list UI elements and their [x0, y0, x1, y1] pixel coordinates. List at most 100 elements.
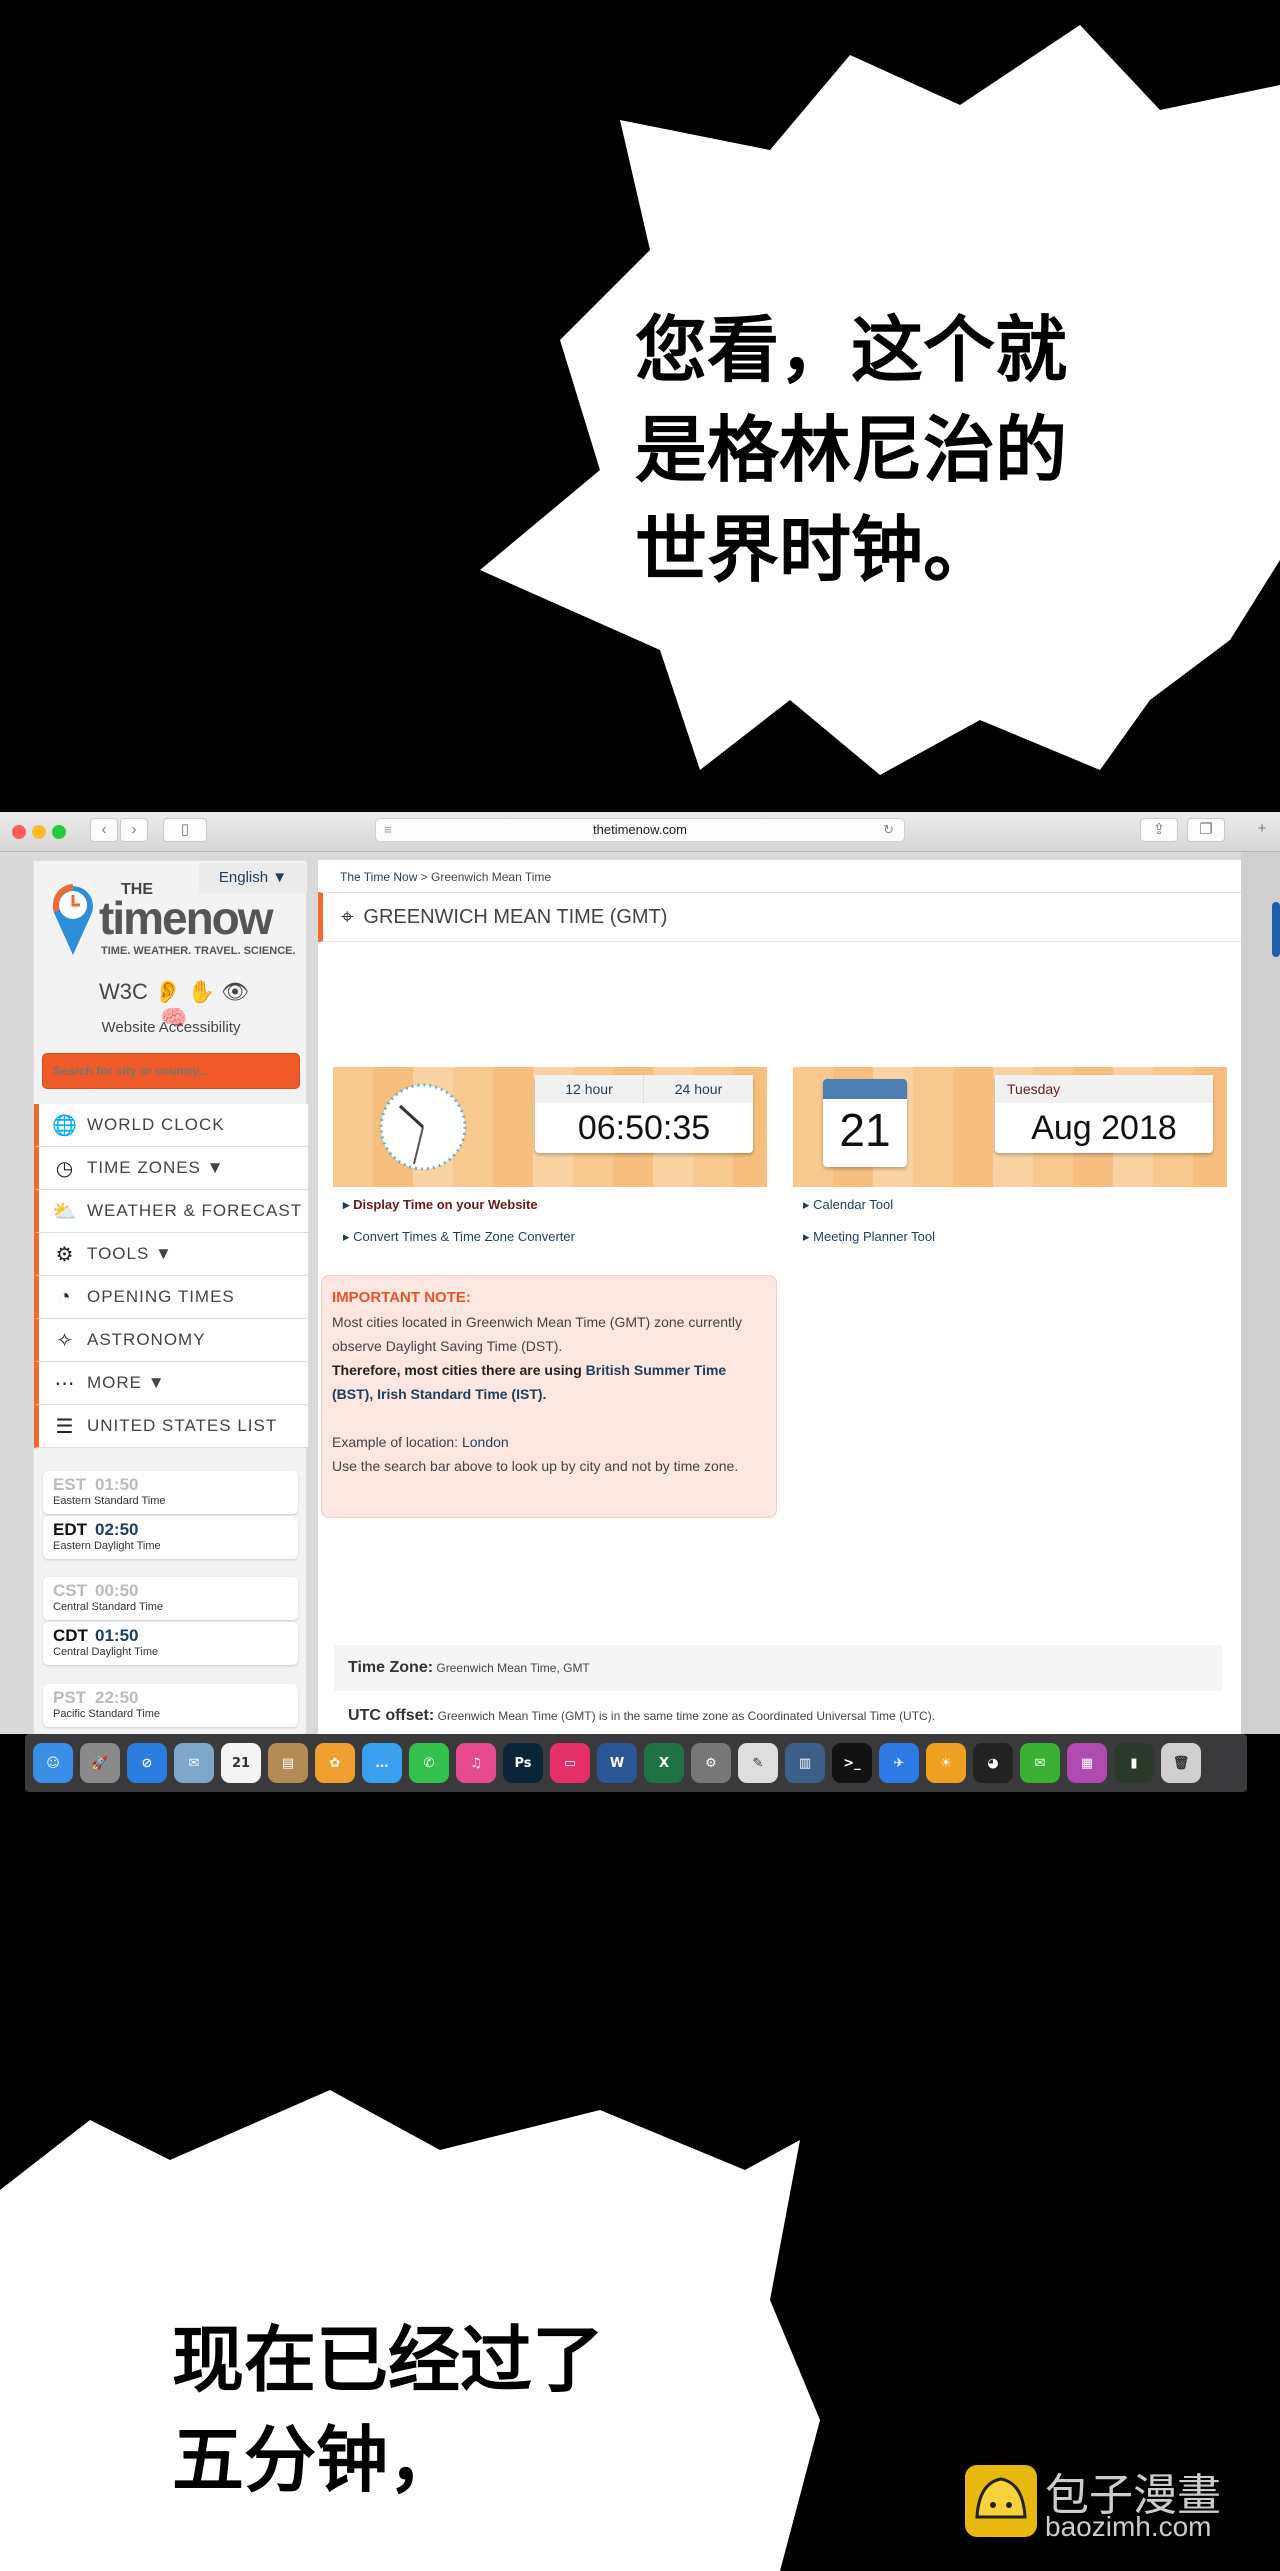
- menu-item-united-states-list[interactable]: ☰ UNITED STATES LIST: [34, 1405, 308, 1448]
- reload-icon[interactable]: ↻: [883, 819, 894, 841]
- page-header: ⌖ GREENWICH MEAN TIME (GMT): [318, 892, 1241, 942]
- date-display: Tuesday Aug 2018: [995, 1075, 1213, 1153]
- dock-cleanmymac-icon[interactable]: ▭: [550, 1743, 590, 1783]
- zone-time: 01:50: [95, 1626, 139, 1645]
- note-heading: IMPORTANT NOTE:: [332, 1289, 471, 1306]
- dock-itunes-icon[interactable]: ♫: [456, 1743, 496, 1783]
- sidebar-icon: ▯: [180, 821, 190, 838]
- menu-item-tools[interactable]: ⚙ TOOLS ▼: [34, 1233, 308, 1276]
- clock-pin-icon: [52, 884, 93, 955]
- url-text: thetimenow.com: [593, 822, 687, 837]
- calendar-day: 21: [839, 1104, 891, 1156]
- menu-label: TOOLS ▼: [87, 1244, 173, 1263]
- dock-facetime-icon[interactable]: ✆: [409, 1743, 449, 1783]
- menu-label: OPENING TIMES: [87, 1287, 235, 1306]
- clock-icon: ◷: [55, 1157, 75, 1180]
- dock-qq-icon[interactable]: ◕: [973, 1743, 1013, 1783]
- convert-times-link[interactable]: Convert Times & Time Zone Converter: [343, 1229, 575, 1245]
- dock-contacts-icon[interactable]: ▤: [268, 1743, 308, 1783]
- dock: ☺ 🚀 ⊘ ✉ 21 ▤ ✿… ✆ ♫ Ps ▭ W X ⚙ ✎ ▥ >_ ✈ ☀ ◕ ✉ ▦ ▮ 🗑: [25, 1734, 1247, 1792]
- site-logo[interactable]: THE timenow TIME. WEATHER. TRAVEL. SCIEN…: [49, 877, 309, 967]
- calendar-tool-link[interactable]: Calendar Tool: [803, 1197, 893, 1213]
- tab-24-hour[interactable]: 24 hour: [644, 1075, 753, 1103]
- calendar-day-icon: 21: [823, 1079, 907, 1167]
- menu-label: MORE ▼: [87, 1373, 166, 1392]
- zone-abbr: EDT: [53, 1520, 87, 1539]
- digital-clock: 12 hour 24 hour 06:50:35: [535, 1075, 753, 1153]
- dock-word-icon[interactable]: W: [597, 1743, 637, 1783]
- zone-card-est[interactable]: EST 01:50 Eastern Standard Time: [43, 1471, 298, 1514]
- dock-launchpad-icon[interactable]: 🚀: [80, 1743, 120, 1783]
- zone-card-cdt[interactable]: CDT 01:50 Central Daylight Time: [43, 1622, 298, 1665]
- month-year: Aug 2018: [1031, 1109, 1177, 1147]
- menu-item-world-clock[interactable]: 🌐 WORLD CLOCK: [34, 1104, 308, 1147]
- timezone-label: Time Zone:: [348, 1659, 434, 1676]
- menu-label: WORLD CLOCK: [87, 1115, 225, 1134]
- dock-terminal-icon[interactable]: >_: [832, 1743, 872, 1783]
- dock-photoshop-icon[interactable]: Ps: [503, 1743, 543, 1783]
- dock-mail-icon[interactable]: ✉: [174, 1743, 214, 1783]
- utc-label: UTC offset:: [348, 1707, 435, 1724]
- menu-label: ASTRONOMY: [87, 1330, 206, 1349]
- london-link[interactable]: London: [462, 1434, 509, 1450]
- zone-time: 01:50: [95, 1475, 139, 1494]
- dock-archiver-icon[interactable]: ▦: [1067, 1743, 1107, 1783]
- scrollbar[interactable]: [1241, 852, 1280, 1734]
- breadcrumb-home-link[interactable]: The Time Now: [340, 870, 417, 884]
- sidebar-toggle-button[interactable]: ▯: [163, 818, 207, 842]
- back-button[interactable]: ‹: [90, 818, 118, 842]
- dock-safari-icon[interactable]: ⊘: [127, 1743, 167, 1783]
- dock-calendar-icon[interactable]: 21: [221, 1743, 261, 1783]
- globe-icon: 🌐: [52, 1114, 78, 1137]
- note-bold-text: Therefore, most cities there are using: [332, 1362, 586, 1378]
- tab-12-hour[interactable]: 12 hour: [535, 1075, 644, 1103]
- dock-wechat-icon[interactable]: ✉: [1020, 1743, 1060, 1783]
- menu-label: WEATHER & FORECAST: [87, 1201, 303, 1220]
- zone-card-pst[interactable]: PST 22:50 Pacific Standard Time: [43, 1684, 298, 1727]
- dock-sunflower-icon[interactable]: ☀: [926, 1743, 966, 1783]
- display-time-link[interactable]: Display Time on your Website: [343, 1197, 537, 1213]
- minimize-window-button[interactable]: [32, 825, 46, 839]
- dock-excel-icon[interactable]: X: [644, 1743, 684, 1783]
- location-clock-icon: ⌖: [341, 904, 354, 929]
- dock-trash-icon[interactable]: 🗑: [1161, 1743, 1201, 1783]
- dock-mission-control-icon[interactable]: ▥: [785, 1743, 825, 1783]
- dock-battery-icon[interactable]: ▮: [1114, 1743, 1154, 1783]
- dock-photos-icon[interactable]: ✿: [315, 1743, 355, 1783]
- meeting-planner-link[interactable]: Meeting Planner Tool: [803, 1229, 935, 1245]
- dock-system-preferences-icon[interactable]: ⚙: [691, 1743, 731, 1783]
- close-window-button[interactable]: [12, 825, 26, 839]
- zone-name: Eastern Standard Time: [53, 1495, 166, 1507]
- zone-abbr: CDT: [53, 1626, 88, 1645]
- new-tab-button[interactable]: +: [1244, 818, 1280, 842]
- main-content: The Time Now > Greenwich Mean Time ⌖ GRE…: [318, 860, 1241, 1734]
- menu-item-time-zones[interactable]: ◷ TIME ZONES ▼: [34, 1147, 308, 1190]
- menu-item-more[interactable]: ⋯ MORE ▼: [34, 1362, 308, 1405]
- speech-bubble-bottom-text: 现在已经过了 五分钟，: [172, 2318, 605, 2502]
- menu-label: TIME ZONES ▼: [87, 1158, 225, 1177]
- menu-item-astronomy[interactable]: ✧ ASTRONOMY: [34, 1319, 308, 1362]
- weekday: Tuesday: [995, 1075, 1213, 1103]
- dock-textedit-icon[interactable]: ✎: [738, 1743, 778, 1783]
- tabs-button[interactable]: ❐: [1187, 818, 1225, 842]
- tabs-icon: ❐: [1199, 821, 1213, 838]
- dock-feishu-icon[interactable]: ✈: [879, 1743, 919, 1783]
- zone-abbr: CST: [53, 1581, 87, 1600]
- dock-messages-icon[interactable]: …: [362, 1743, 402, 1783]
- gear-icon: ⚙: [55, 1243, 75, 1266]
- zone-card-edt[interactable]: EDT 02:50 Eastern Daylight Time: [43, 1516, 298, 1559]
- city-search-input[interactable]: [42, 1053, 300, 1089]
- scrollbar-thumb[interactable]: [1272, 902, 1280, 957]
- logo-tagline: TIME. WEATHER. TRAVEL. SCIENCE.: [101, 945, 296, 957]
- address-bar[interactable]: ≡ thetimenow.com ↻: [375, 818, 905, 842]
- zone-card-cst[interactable]: CST 00:50 Central Standard Time: [43, 1577, 298, 1620]
- menu-item-weather[interactable]: ⛅ WEATHER & FORECAST: [34, 1190, 308, 1233]
- breadcrumb-separator: >: [417, 870, 432, 884]
- forward-button[interactable]: ›: [120, 818, 148, 842]
- dock-finder-icon[interactable]: ☺: [33, 1743, 73, 1783]
- example-label: Example of location:: [332, 1434, 462, 1450]
- menu-item-opening-times[interactable]: ◔ OPENING TIMES: [34, 1276, 308, 1319]
- share-button[interactable]: ⇪: [1140, 818, 1178, 842]
- accessibility-label[interactable]: Website Accessibility: [34, 1019, 308, 1036]
- zoom-window-button[interactable]: [52, 825, 66, 839]
